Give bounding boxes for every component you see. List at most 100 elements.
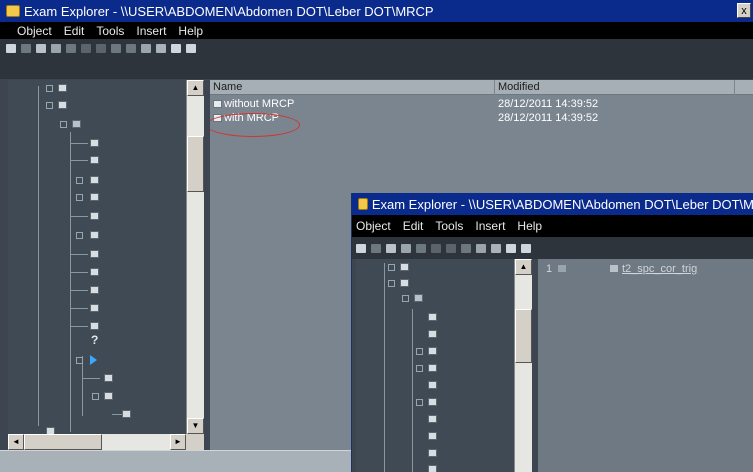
menu-insert[interactable]: Insert — [475, 219, 505, 233]
series-node-icon[interactable] — [428, 381, 437, 389]
series-node-icon[interactable] — [122, 410, 131, 418]
series-node-icon[interactable] — [90, 250, 99, 258]
collapse-toggle[interactable] — [402, 295, 409, 302]
arrow-node-icon[interactable] — [90, 355, 97, 365]
tree-vertical-scrollbar[interactable]: ▲ — [514, 259, 532, 472]
view-icon[interactable] — [141, 44, 151, 53]
expand-toggle[interactable] — [76, 232, 83, 239]
collapse-toggle[interactable] — [92, 393, 99, 400]
series-node-icon[interactable] — [428, 330, 437, 338]
series-node-icon[interactable] — [90, 304, 99, 312]
tree-node-icon[interactable] — [58, 101, 67, 109]
delete-icon[interactable] — [416, 243, 426, 253]
print-icon[interactable] — [521, 243, 531, 253]
series-node-icon[interactable] — [90, 322, 99, 330]
series-node-icon[interactable] — [428, 364, 437, 372]
cut-icon[interactable] — [371, 243, 381, 253]
tree-line — [112, 414, 122, 415]
collapse-toggle[interactable] — [76, 357, 83, 364]
unknown-node-icon[interactable]: ? — [91, 333, 98, 347]
column-header-name[interactable]: Name — [210, 80, 495, 95]
series-node-icon[interactable] — [428, 449, 437, 457]
collapse-toggle[interactable] — [388, 280, 395, 287]
tree-horizontal-scrollbar[interactable]: ◄ ► — [8, 434, 186, 450]
copy-icon[interactable] — [386, 243, 396, 253]
scroll-right-button[interactable]: ► — [170, 434, 186, 450]
save-icon[interactable] — [506, 243, 516, 253]
menu-object[interactable]: Object — [17, 24, 52, 38]
series-node-icon[interactable] — [90, 286, 99, 294]
expand-toggle[interactable] — [76, 177, 83, 184]
up-folder-icon[interactable] — [6, 44, 16, 53]
tree-vertical-scrollbar[interactable]: ▲ ▼ — [186, 80, 204, 434]
series-node-icon[interactable] — [90, 156, 99, 164]
collapse-toggle[interactable] — [60, 121, 67, 128]
series-node-icon[interactable] — [428, 415, 437, 423]
patient-node-icon[interactable] — [414, 294, 423, 302]
menu-help[interactable]: Help — [517, 219, 542, 233]
expand-toggle[interactable] — [416, 348, 423, 355]
expand-toggle[interactable] — [46, 85, 53, 92]
series-node-icon[interactable] — [428, 347, 437, 355]
menu-help[interactable]: Help — [178, 24, 203, 38]
paste-icon[interactable] — [51, 44, 61, 53]
undo-icon[interactable] — [81, 44, 91, 53]
cut-icon[interactable] — [21, 44, 31, 53]
series-node-icon[interactable] — [428, 398, 437, 406]
scroll-thumb[interactable] — [187, 136, 204, 192]
properties-icon[interactable] — [126, 44, 136, 53]
edit-icon[interactable] — [461, 243, 471, 253]
tree-node-icon[interactable] — [58, 84, 67, 92]
paste-icon[interactable] — [401, 243, 411, 253]
edit-icon[interactable] — [111, 44, 121, 53]
tree-node-icon[interactable] — [400, 279, 409, 287]
details-icon[interactable] — [156, 44, 166, 53]
close-button[interactable]: x — [737, 3, 751, 18]
series-node-icon[interactable] — [104, 374, 113, 382]
tree-node-icon[interactable] — [46, 427, 55, 434]
series-node-icon[interactable] — [90, 212, 99, 220]
series-node-icon[interactable] — [90, 231, 99, 239]
column-header-modified[interactable]: Modified — [495, 80, 735, 95]
expand-toggle[interactable] — [76, 194, 83, 201]
menu-insert[interactable]: Insert — [136, 24, 166, 38]
tree-node-icon[interactable] — [400, 263, 409, 271]
collapse-toggle[interactable] — [46, 102, 53, 109]
series-node-icon[interactable] — [428, 432, 437, 440]
expand-toggle[interactable] — [416, 399, 423, 406]
series-node-icon[interactable] — [104, 392, 113, 400]
menu-bar: Object Edit Tools Insert Help — [352, 215, 753, 237]
scroll-thumb[interactable] — [515, 309, 532, 363]
scroll-thumb[interactable] — [24, 434, 102, 450]
print-icon[interactable] — [186, 44, 196, 53]
series-node-icon[interactable] — [90, 268, 99, 276]
view-icon[interactable] — [476, 243, 486, 253]
menu-edit[interactable]: Edit — [403, 219, 424, 233]
series-node-icon[interactable] — [90, 176, 99, 184]
details-icon[interactable] — [491, 243, 501, 253]
scroll-down-button[interactable]: ▼ — [187, 418, 204, 434]
menu-tools[interactable]: Tools — [435, 219, 463, 233]
patient-node-icon[interactable] — [72, 120, 81, 128]
expand-toggle[interactable] — [388, 264, 395, 271]
series-node-icon[interactable] — [428, 313, 437, 321]
redo-icon[interactable] — [446, 243, 456, 253]
series-node-icon[interactable] — [90, 139, 99, 147]
save-icon[interactable] — [171, 44, 181, 53]
up-folder-icon[interactable] — [356, 243, 366, 253]
menu-edit[interactable]: Edit — [64, 24, 85, 38]
delete-icon[interactable] — [66, 44, 76, 53]
list-item[interactable]: without MRCP 28/12/2011 14:39:52 — [210, 98, 753, 111]
series-node-icon[interactable] — [428, 465, 437, 472]
copy-icon[interactable] — [36, 44, 46, 53]
expand-toggle[interactable] — [416, 365, 423, 372]
undo-icon[interactable] — [431, 243, 441, 253]
list-item[interactable]: 1 t2_spc_cor_trig — [538, 263, 753, 276]
scroll-up-button[interactable]: ▲ — [187, 80, 204, 96]
scroll-left-button[interactable]: ◄ — [8, 434, 24, 450]
series-node-icon[interactable] — [90, 193, 99, 201]
menu-object[interactable]: Object — [356, 219, 391, 233]
redo-icon[interactable] — [96, 44, 106, 53]
scroll-up-button[interactable]: ▲ — [515, 259, 532, 275]
menu-tools[interactable]: Tools — [96, 24, 124, 38]
